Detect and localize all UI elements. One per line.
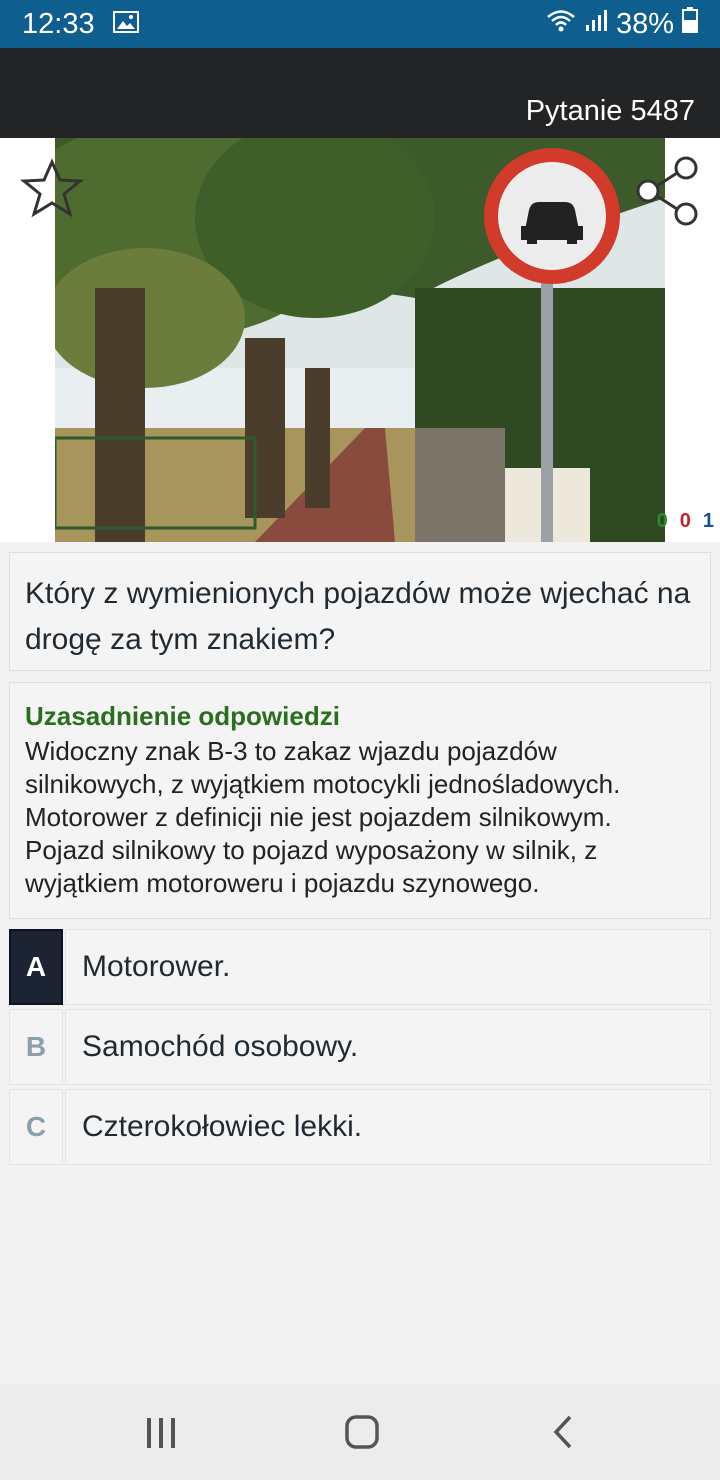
wifi-icon xyxy=(546,8,576,41)
question-number: Pytanie 5487 xyxy=(525,95,695,127)
share-icon[interactable] xyxy=(634,156,704,231)
explanation-title: Uzasadnienie odpowiedzi xyxy=(25,701,340,731)
system-navigation-bar xyxy=(0,1384,720,1480)
recent-apps-icon[interactable] xyxy=(144,1416,178,1455)
answer-letter: A xyxy=(9,929,63,1005)
question-image: 0 0 1 xyxy=(0,138,720,542)
question-card: Który z wymienionych pojazdów może wjech… xyxy=(9,552,711,671)
answer-stats: 0 0 1 xyxy=(657,510,714,533)
answer-letter: B xyxy=(9,1009,63,1085)
stat-blue: 1 xyxy=(702,510,714,532)
explanation-text: Widoczny znak B-3 to zakaz wjazdu pojazd… xyxy=(25,736,621,898)
explanation-card: Uzasadnienie odpowiedzi Widoczny znak B-… xyxy=(9,682,711,919)
answer-option-a[interactable]: A Motorower. xyxy=(9,929,711,1007)
answer-text: Samochód osobowy. xyxy=(65,1009,711,1085)
answer-text: Czterokołowiec lekki. xyxy=(65,1089,711,1165)
stat-green: 0 xyxy=(656,510,668,532)
road-sign-photo xyxy=(55,138,665,542)
answer-text: Motorower. xyxy=(65,929,711,1005)
answer-option-b[interactable]: B Samochód osobowy. xyxy=(9,1009,711,1087)
status-bar: 12:33 38% xyxy=(0,0,720,48)
favorite-star-icon[interactable] xyxy=(20,158,84,223)
stat-red: 0 xyxy=(679,510,691,532)
app-bar: Pytanie 5487 xyxy=(0,48,720,138)
battery-percent: 38% xyxy=(615,7,674,40)
home-icon[interactable] xyxy=(344,1414,380,1455)
back-icon[interactable] xyxy=(550,1414,578,1455)
signal-icon xyxy=(584,8,608,41)
answer-letter: C xyxy=(9,1089,63,1165)
answer-option-c[interactable]: C Czterokołowiec lekki. xyxy=(9,1089,711,1167)
battery-icon xyxy=(682,7,698,41)
gallery-notification-icon xyxy=(112,8,139,41)
status-time: 12:33 xyxy=(22,7,95,40)
question-text: Który z wymienionych pojazdów może wjech… xyxy=(25,577,691,656)
